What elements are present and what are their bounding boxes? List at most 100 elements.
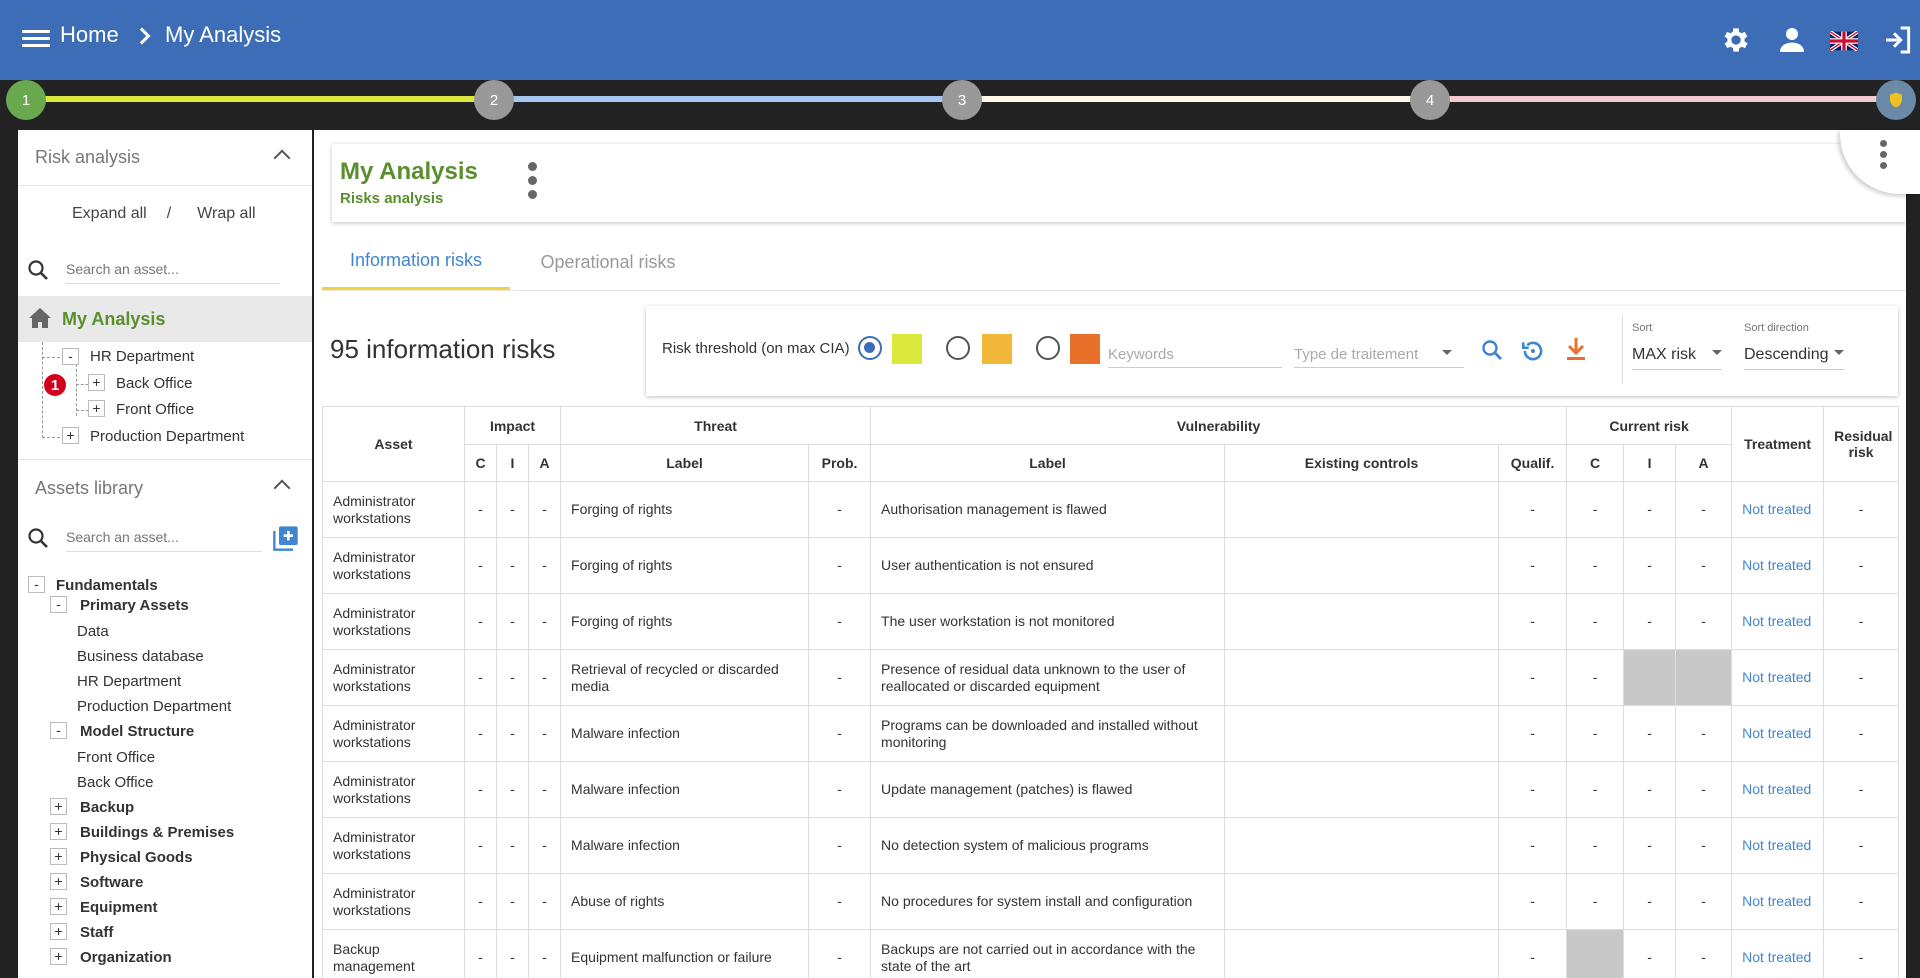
cell-prob[interactable]: -	[808, 873, 872, 930]
corner-more-icon[interactable]	[1880, 140, 1890, 174]
cell-qualif[interactable]: -	[1498, 593, 1568, 650]
expand-all-link[interactable]: Expand all	[72, 205, 147, 223]
cell-impact-c[interactable]: -	[464, 537, 497, 594]
cell-treatment[interactable]: Not treated	[1731, 593, 1825, 650]
risk-search-input[interactable]	[66, 254, 280, 284]
col-current-a[interactable]: A	[1675, 444, 1733, 482]
cell-prob[interactable]: -	[808, 761, 872, 818]
cell-impact-i[interactable]: -	[496, 481, 529, 538]
treatment-link[interactable]: Not treated	[1742, 501, 1811, 517]
step-4[interactable]: 4	[1410, 80, 1450, 120]
cell-qualif[interactable]: -	[1498, 929, 1568, 978]
table-row[interactable]: Administrator workstations - - - Abuse of ri…	[322, 873, 1900, 930]
lib-item[interactable]: Back Office	[77, 774, 153, 791]
step-2[interactable]: 2	[474, 80, 514, 120]
cell-impact-c[interactable]: -	[464, 817, 497, 874]
table-row[interactable]: Backup management - - - Equipment malfunctio…	[322, 929, 1900, 978]
table-row[interactable]: Administrator workstations - - - Malware inf…	[322, 817, 1900, 874]
treatment-link[interactable]: Not treated	[1742, 725, 1811, 741]
cell-impact-a[interactable]: -	[527, 929, 562, 978]
col-qualif[interactable]: Qualif.	[1498, 444, 1568, 482]
threshold-radio-high[interactable]	[1036, 336, 1060, 360]
table-row[interactable]: Administrator workstations - - - Malware inf…	[322, 761, 1900, 818]
cell-qualif[interactable]: -	[1498, 705, 1568, 762]
lib-item[interactable]: Front Office	[77, 749, 155, 766]
cell-qualif[interactable]: -	[1498, 817, 1568, 874]
cell-qualif[interactable]: -	[1498, 649, 1568, 706]
collapse-model-structure[interactable]: -	[50, 722, 67, 739]
cell-impact-c[interactable]: -	[464, 873, 497, 930]
expand-staff[interactable]: +	[50, 923, 67, 940]
reset-icon[interactable]	[1520, 338, 1546, 364]
lib-group-backup[interactable]: Backup	[80, 799, 134, 816]
cell-treatment[interactable]: Not treated	[1731, 537, 1825, 594]
col-existing-controls[interactable]: Existing controls	[1224, 444, 1500, 482]
table-row[interactable]: Administrator workstations - - - Retrieval o…	[322, 649, 1900, 706]
cell-impact-c[interactable]: -	[464, 929, 497, 978]
lib-group-organization[interactable]: Organization	[80, 949, 172, 966]
step-1[interactable]: 1	[6, 80, 46, 120]
treatment-link[interactable]: Not treated	[1742, 949, 1811, 965]
chevron-up-icon[interactable]	[273, 149, 291, 167]
more-options-icon[interactable]	[528, 162, 538, 204]
chevron-up-icon[interactable]	[273, 479, 291, 497]
gear-icon[interactable]	[1720, 24, 1752, 56]
expand-software[interactable]: +	[50, 873, 67, 890]
lib-item[interactable]: Business database	[77, 648, 204, 665]
cell-impact-c[interactable]: -	[464, 761, 497, 818]
treatment-link[interactable]: Not treated	[1742, 669, 1811, 685]
collapse-fundamentals[interactable]: -	[28, 576, 45, 593]
cell-prob[interactable]: -	[808, 537, 872, 594]
logout-icon[interactable]	[1882, 24, 1914, 56]
step-shield[interactable]	[1876, 80, 1916, 120]
cell-impact-c[interactable]: -	[464, 481, 497, 538]
step-3[interactable]: 3	[942, 80, 982, 120]
cell-impact-a[interactable]: -	[527, 817, 562, 874]
cell-impact-c[interactable]: -	[464, 705, 497, 762]
expand-equipment[interactable]: +	[50, 898, 67, 915]
search-icon[interactable]	[1480, 338, 1504, 362]
treatment-link[interactable]: Not treated	[1742, 557, 1811, 573]
cell-treatment[interactable]: Not treated	[1731, 705, 1825, 762]
cell-prob[interactable]: -	[808, 481, 872, 538]
cell-treatment[interactable]: Not treated	[1731, 481, 1825, 538]
cell-existing-controls[interactable]	[1224, 481, 1500, 538]
sort-select[interactable]: MAX risk	[1632, 340, 1722, 370]
tree-root-my-analysis[interactable]: My Analysis	[18, 296, 312, 342]
col-residual-risk[interactable]: Residual risk	[1823, 406, 1900, 482]
cell-impact-a[interactable]: -	[527, 481, 562, 538]
cell-prob[interactable]: -	[808, 705, 872, 762]
lib-primary-assets[interactable]: Primary Assets	[80, 597, 189, 614]
cell-qualif[interactable]: -	[1498, 537, 1568, 594]
lib-group-buildings[interactable]: Buildings & Premises	[80, 824, 234, 841]
col-current-i[interactable]: I	[1623, 444, 1677, 482]
expand-physical-goods[interactable]: +	[50, 848, 67, 865]
breadcrumb-home[interactable]: Home	[60, 22, 119, 48]
tree-item-back-office[interactable]: Back Office	[116, 375, 192, 392]
col-vuln-label[interactable]: Label	[870, 444, 1226, 482]
cell-impact-c[interactable]: -	[464, 593, 497, 650]
tree-item-hr-department[interactable]: HR Department	[90, 348, 194, 365]
cell-existing-controls[interactable]	[1224, 817, 1500, 874]
tree-item-front-office[interactable]: Front Office	[116, 401, 194, 418]
cell-impact-a[interactable]: -	[527, 593, 562, 650]
cell-impact-a[interactable]: -	[527, 761, 562, 818]
cell-impact-i[interactable]: -	[496, 649, 529, 706]
col-threat-label[interactable]: Label	[560, 444, 810, 482]
cell-treatment[interactable]: Not treated	[1731, 929, 1825, 978]
download-icon[interactable]	[1564, 336, 1588, 362]
risk-analysis-header[interactable]: Risk analysis	[18, 130, 312, 186]
lib-group-physical-goods[interactable]: Physical Goods	[80, 849, 193, 866]
cell-impact-i[interactable]: -	[496, 761, 529, 818]
cell-prob[interactable]: -	[808, 817, 872, 874]
uk-flag-icon[interactable]	[1830, 31, 1858, 51]
assets-library-header[interactable]: Assets library	[18, 460, 312, 516]
col-treatment[interactable]: Treatment	[1731, 406, 1825, 482]
cell-existing-controls[interactable]	[1224, 537, 1500, 594]
cell-treatment[interactable]: Not treated	[1731, 649, 1825, 706]
lib-model-structure[interactable]: Model Structure	[80, 723, 194, 740]
cell-treatment[interactable]: Not treated	[1731, 873, 1825, 930]
keywords-input[interactable]: Keywords	[1108, 332, 1282, 368]
col-impact-c[interactable]: C	[464, 444, 497, 482]
collapse-hr-department[interactable]: -	[62, 348, 79, 365]
